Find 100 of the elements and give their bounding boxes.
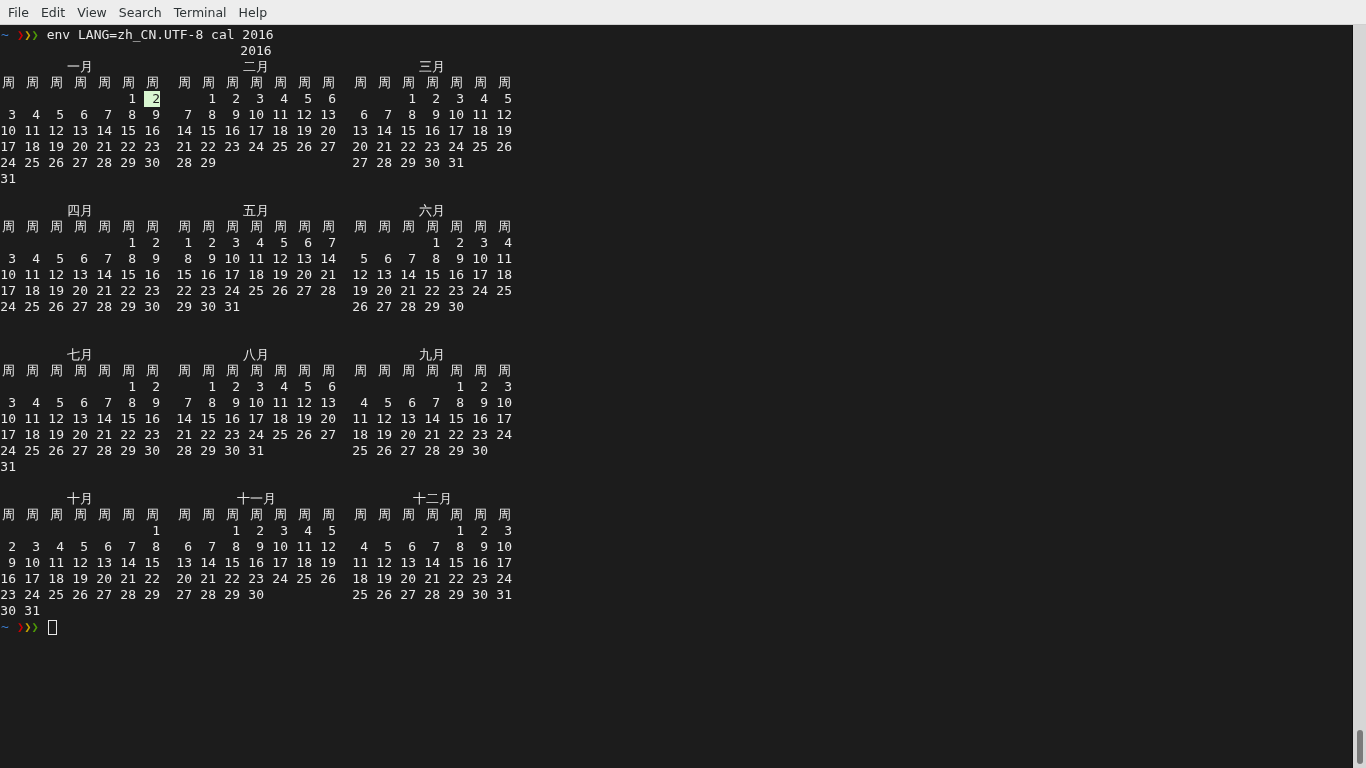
menu-item[interactable]: Search: [112, 4, 168, 20]
day-number: 2: [151, 379, 160, 395]
day-number: 29: [400, 155, 416, 171]
day-number: 22: [448, 427, 464, 443]
day-number: 18: [296, 555, 312, 571]
day-number: 8: [455, 395, 464, 411]
weekday-label: 周: [496, 75, 512, 91]
scrollbar-track[interactable]: [1352, 25, 1366, 768]
menu-item[interactable]: Help: [232, 4, 274, 20]
day-number: 24: [0, 299, 16, 315]
day-number: 22: [200, 139, 216, 155]
day-number: 27: [96, 587, 112, 603]
weekday-label: 周: [224, 507, 240, 523]
day-number: 16: [144, 123, 160, 139]
day-number: 1: [127, 235, 136, 251]
weekday-label: 周: [352, 363, 368, 379]
day-number: 23: [144, 427, 160, 443]
day-number: 15: [144, 555, 160, 571]
day-number: 7: [207, 539, 216, 555]
day-number: 30: [144, 299, 160, 315]
day-number: 13: [352, 123, 368, 139]
day-number: 19: [72, 571, 88, 587]
day-number: 22: [400, 139, 416, 155]
day-number: 17: [472, 267, 488, 283]
day-number: 11: [352, 555, 368, 571]
weekday-label: 周: [120, 219, 136, 235]
day-number: 11: [248, 251, 264, 267]
day-number: 20: [400, 571, 416, 587]
day-number: 1: [455, 379, 464, 395]
weekday-label: 周: [24, 75, 40, 91]
day-number: 22: [200, 427, 216, 443]
day-number: 15: [120, 123, 136, 139]
day-number: 9: [479, 395, 488, 411]
day-number: 19: [496, 123, 512, 139]
day-number: 30: [472, 587, 488, 603]
day-number: 28: [96, 299, 112, 315]
day-number: 26: [352, 299, 368, 315]
weekday-label: 周: [120, 507, 136, 523]
day-number: 23: [200, 283, 216, 299]
day-number: 19: [376, 571, 392, 587]
day-number: 29: [448, 443, 464, 459]
day-number: 20: [352, 139, 368, 155]
day-number: 7: [183, 395, 192, 411]
day-number: 4: [279, 91, 288, 107]
day-number: 18: [272, 411, 288, 427]
month-title: 九月: [419, 347, 445, 362]
day-number: 30: [424, 155, 440, 171]
day-number: 5: [303, 379, 312, 395]
day-number: 30: [0, 603, 16, 619]
day-number: 6: [79, 251, 88, 267]
day-number: 25: [296, 571, 312, 587]
menu-item[interactable]: Edit: [34, 4, 72, 20]
menu-item[interactable]: View: [71, 4, 113, 20]
weekday-label: 周: [144, 363, 160, 379]
day-number: 30: [144, 443, 160, 459]
weekday-label: 周: [424, 219, 440, 235]
day-number: 5: [383, 395, 392, 411]
day-number: 2: [231, 379, 240, 395]
day-number: 6: [407, 539, 416, 555]
day-number: 24: [248, 139, 264, 155]
menu-item[interactable]: File: [2, 4, 35, 20]
day-number: 28: [200, 587, 216, 603]
day-number: 16: [144, 267, 160, 283]
day-number: 13: [72, 123, 88, 139]
day-number: 16: [248, 555, 264, 571]
day-number: 2: [151, 235, 160, 251]
day-number: 30: [144, 155, 160, 171]
day-number: 28: [320, 283, 336, 299]
day-number: 5: [79, 539, 88, 555]
day-number: 6: [183, 539, 192, 555]
day-number: 4: [31, 107, 40, 123]
day-number: 18: [24, 427, 40, 443]
scrollbar-thumb[interactable]: [1356, 730, 1363, 764]
day-number: 19: [48, 283, 64, 299]
day-number: 26: [272, 283, 288, 299]
command-text: env LANG=zh_CN.UTF-8 cal 2016: [46, 27, 274, 43]
day-number: 16: [472, 411, 488, 427]
day-number: 4: [31, 251, 40, 267]
weekday-label: 周: [424, 75, 440, 91]
day-number: 18: [48, 571, 64, 587]
day-number: 5: [303, 91, 312, 107]
day-number: 31: [496, 587, 512, 603]
day-number: 20: [376, 283, 392, 299]
month-title: 一月: [67, 59, 93, 74]
weekday-label: 周: [352, 507, 368, 523]
day-number: 27: [296, 283, 312, 299]
weekday-label: 周: [120, 363, 136, 379]
day-number: 19: [376, 427, 392, 443]
day-number: 11: [24, 411, 40, 427]
day-number: 15: [224, 555, 240, 571]
day-number: 25: [272, 139, 288, 155]
weekday-label: 周: [48, 219, 64, 235]
day-number: 8: [207, 107, 216, 123]
menu-item[interactable]: Terminal: [167, 4, 233, 20]
day-number: 3: [7, 107, 16, 123]
day-number: 26: [48, 443, 64, 459]
day-number: 16: [472, 555, 488, 571]
day-number: 16: [424, 123, 440, 139]
day-number: 25: [272, 427, 288, 443]
day-number: 9: [151, 107, 160, 123]
